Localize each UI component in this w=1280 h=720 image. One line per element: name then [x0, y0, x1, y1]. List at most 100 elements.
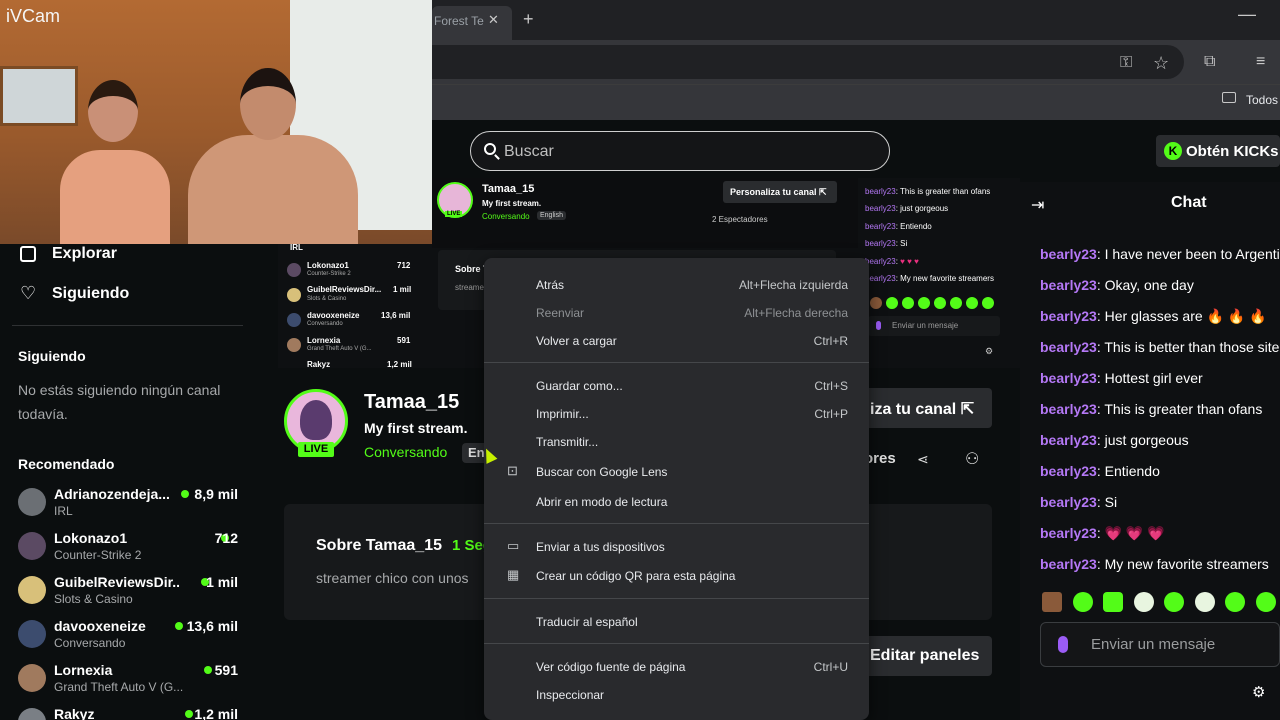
live-badge: LIVE [298, 442, 334, 457]
user-settings-icon[interactable]: ⚇ [965, 449, 979, 469]
menu-item-forward[interactable]: Reenviar [536, 306, 584, 320]
search-placeholder: Buscar [504, 143, 554, 160]
chat-username[interactable]: bearly23 [1040, 525, 1097, 541]
chat-message[interactable]: bearly23: Hottest girl ever [1040, 370, 1203, 386]
viewer-count: 1 mil [206, 574, 238, 590]
address-bar[interactable] [432, 45, 1184, 79]
emote-icon[interactable] [1256, 592, 1276, 612]
chat-username[interactable]: bearly23 [1040, 339, 1097, 355]
chat-username[interactable]: bearly23 [1040, 463, 1097, 479]
recommended-channel[interactable]: Rakyz 1,2 mil [18, 706, 243, 720]
emote-icon[interactable] [1073, 592, 1093, 612]
menu-item-google-lens[interactable]: Buscar con Google Lens [536, 465, 667, 479]
chat-message[interactable]: bearly23: Her glasses are 🔥 🔥 🔥 [1040, 308, 1267, 325]
bookmarks-all-label[interactable]: Todos [1246, 93, 1278, 107]
menu-item-print[interactable]: Imprimir... [536, 407, 589, 421]
chat-message[interactable]: bearly23: Entiendo [1040, 463, 1160, 479]
share-icon[interactable]: ⋖ [917, 451, 929, 468]
stream-category[interactable]: Conversando [364, 444, 447, 460]
preview-list-num: 1 mil [393, 285, 412, 294]
chat-settings-icon[interactable]: ⚙ [1252, 683, 1265, 701]
chat-username[interactable]: bearly23 [1040, 432, 1097, 448]
preview-chat-user: bearly23 [865, 204, 896, 213]
emote-icon[interactable] [1134, 592, 1154, 612]
shortcut-forward: Alt+Flecha derecha [744, 306, 848, 320]
preview-chat-text: Si [900, 239, 908, 248]
edit-panels-button[interactable]: Editar paneles [858, 636, 992, 676]
preview-chat-text: just gorgeous [900, 204, 949, 213]
menu-item-cast[interactable]: Transmitir... [536, 435, 598, 449]
webcam-person-head [88, 80, 138, 142]
browser-tab[interactable]: Forest Te [432, 6, 512, 40]
microphone-icon[interactable] [1058, 636, 1068, 653]
menu-item-send-to-devices[interactable]: Enviar a tus dispositivos [536, 540, 665, 554]
preview-category: Conversando [482, 212, 530, 221]
key-icon[interactable]: ⚿ [1120, 54, 1132, 72]
menu-item-translate[interactable]: Traducir al español [536, 615, 638, 629]
recommended-channel[interactable]: Adrianozendeja... IRL 8,9 mil [18, 486, 243, 526]
viewer-count: 8,9 mil [194, 486, 238, 502]
webcam-person [188, 135, 358, 244]
menu-item-save-as[interactable]: Guardar como... [536, 379, 623, 393]
menu-item-view-source[interactable]: Ver código fuente de página [536, 660, 685, 674]
recommended-channel[interactable]: Lokonazo1 Counter-Strike 2 712 [18, 530, 243, 570]
chat-title: Chat [1171, 194, 1207, 211]
menu-item-qr-code[interactable]: Crear un código QR para esta página [536, 569, 735, 583]
chat-message[interactable]: bearly23: My new favorite streamers [1040, 556, 1269, 572]
emote-icon[interactable] [1164, 592, 1184, 612]
collapse-chat-icon[interactable]: ⇥ [1031, 195, 1044, 215]
preview-chat-line: bearly23: Si [865, 239, 908, 248]
chat-message[interactable]: bearly23: I have never been to Argentin [1040, 246, 1280, 262]
menu-item-inspect[interactable]: Inspeccionar [536, 688, 604, 702]
extensions-icon[interactable]: ⧉ [1204, 53, 1215, 71]
chat-message[interactable]: bearly23: This is greater than ofans [1040, 401, 1262, 417]
minimize-button[interactable]: — [1238, 4, 1256, 25]
bookmark-star-icon[interactable]: ☆ [1153, 53, 1169, 74]
sidebar-divider [12, 325, 243, 326]
personalize-channel-button[interactable]: iza tu canal ⇱ [858, 388, 992, 428]
devices-icon: ▭ [507, 538, 520, 553]
chat-message[interactable]: bearly23: just gorgeous [1040, 432, 1189, 448]
menu-item-back[interactable]: Atrás [536, 278, 564, 292]
preview-list-sub: Slots & Casino [307, 296, 347, 302]
nav-following[interactable]: Siguiendo [52, 285, 129, 303]
shortcut-back: Alt+Flecha izquierda [738, 278, 848, 292]
preview-gear-icon: ⚙ [985, 346, 994, 356]
chat-username[interactable]: bearly23 [1040, 401, 1097, 417]
chat-username[interactable]: bearly23 [1040, 277, 1097, 293]
channel-name: davooxeneize [54, 618, 146, 634]
preview-about-desc: streame [455, 283, 484, 292]
preview-chat-text: This is greater than ofans [900, 187, 991, 196]
tab-strip [432, 0, 1280, 40]
chat-username[interactable]: bearly23 [1040, 494, 1097, 510]
new-tab-button[interactable]: + [523, 9, 534, 30]
reading-list-icon[interactable]: ≡ [1256, 53, 1265, 71]
recommended-channel[interactable]: Lornexia Grand Theft Auto V (G... 591 [18, 662, 243, 702]
chat-message[interactable]: bearly23: 💗 💗 💗 [1040, 525, 1165, 542]
chat-message[interactable]: bearly23: Si [1040, 494, 1117, 510]
preview-chat-input: Enviar un mensaje [868, 316, 1000, 336]
chat-username[interactable]: bearly23 [1040, 556, 1097, 572]
chat-message[interactable]: bearly23: This is better than those site… [1040, 339, 1280, 355]
nav-explore[interactable]: Explorar [52, 245, 117, 263]
live-dot [185, 710, 193, 718]
chat-message[interactable]: bearly23: Okay, one day [1040, 277, 1194, 293]
avatar [18, 664, 46, 692]
preview-avatar [287, 263, 301, 277]
preview-list-name: Rakyz [307, 360, 331, 369]
emote-icon[interactable] [1103, 592, 1123, 612]
preview-personalize-button: Personaliza tu canal ⇱ [723, 181, 837, 203]
emote-icon[interactable] [1042, 592, 1062, 612]
menu-item-reading-mode[interactable]: Abrir en modo de lectura [536, 495, 667, 509]
chat-username[interactable]: bearly23 [1040, 308, 1097, 324]
recommended-channel[interactable]: davooxeneize Conversando 13,6 mil [18, 618, 243, 658]
chat-username[interactable]: bearly23 [1040, 370, 1097, 386]
tab-close-icon[interactable]: ✕ [488, 12, 499, 28]
chat-username[interactable]: bearly23 [1040, 246, 1097, 262]
emote-icon[interactable] [1225, 592, 1245, 612]
emote-icon[interactable] [1195, 592, 1215, 612]
recommended-channel[interactable]: GuibelReviewsDir... Slots & Casino 1 mil [18, 574, 243, 614]
menu-item-reload[interactable]: Volver a cargar [536, 334, 617, 348]
shortcut-print: Ctrl+P [814, 407, 848, 421]
folder-icon[interactable] [1222, 92, 1236, 103]
